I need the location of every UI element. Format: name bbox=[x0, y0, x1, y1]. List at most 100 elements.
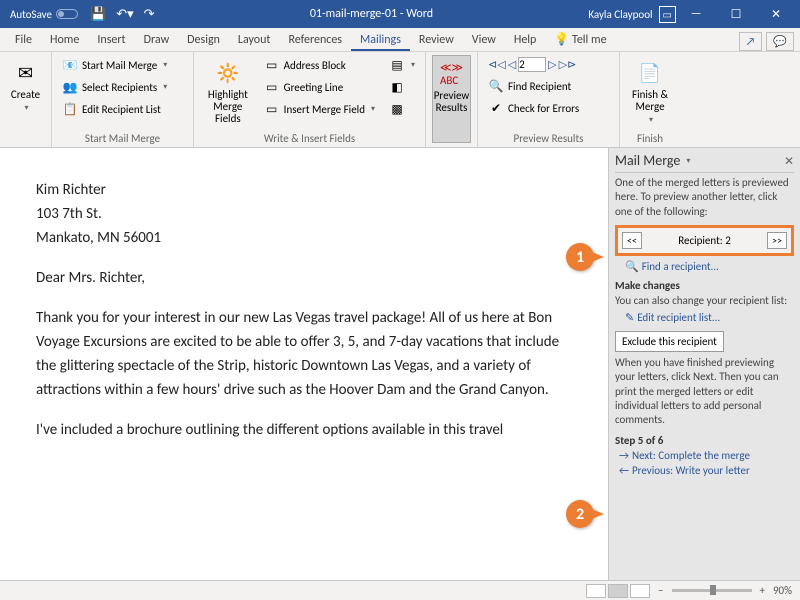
share-button[interactable]: ↗ bbox=[739, 32, 763, 51]
print-layout-button[interactable] bbox=[608, 584, 628, 598]
envelope-icon: ✉ bbox=[12, 59, 40, 87]
next-recipient-button[interactable]: >> bbox=[767, 232, 787, 249]
greeting-icon: ▭ bbox=[264, 79, 280, 95]
tab-home[interactable]: Home bbox=[41, 29, 88, 51]
insert-merge-field-button[interactable]: ▭Insert Merge Field▾ bbox=[260, 99, 379, 119]
zoom-level[interactable]: 90% bbox=[773, 584, 792, 597]
edit-icon: ✎ bbox=[625, 311, 634, 324]
quick-access-toolbar: 💾 ↶▾ ↷ bbox=[90, 7, 155, 22]
recipient-label: Recipient: 2 bbox=[678, 234, 731, 247]
create-button[interactable]: ✉ Create▾ bbox=[6, 55, 45, 143]
greeting-line: Dear Mrs. Richter, bbox=[36, 266, 572, 290]
rules-button[interactable]: ▤▾ bbox=[385, 55, 419, 75]
last-record-button[interactable]: ▷⊳ bbox=[559, 58, 577, 71]
group-preview-label: Preview Results bbox=[484, 130, 613, 145]
tab-references[interactable]: References bbox=[279, 29, 351, 51]
check-errors-button[interactable]: ✔Check for Errors bbox=[484, 98, 613, 118]
zoom-out-button[interactable]: − bbox=[658, 584, 663, 597]
maximize-button[interactable]: ☐ bbox=[716, 0, 756, 28]
save-icon[interactable]: 💾 bbox=[90, 7, 106, 22]
search-icon: 🔍 bbox=[625, 260, 639, 273]
title-bar: AutoSave 💾 ↶▾ ↷ 01-mail-merge-01 - Word … bbox=[0, 0, 800, 28]
status-bar: − + 90% bbox=[0, 580, 800, 600]
preview-results-button[interactable]: ≪≫ABC Preview Results bbox=[432, 55, 471, 143]
greeting-line-button[interactable]: ▭Greeting Line bbox=[260, 77, 379, 97]
minimize-button[interactable]: — bbox=[676, 0, 716, 28]
web-layout-button[interactable] bbox=[630, 584, 650, 598]
tab-review[interactable]: Review bbox=[410, 29, 463, 51]
workspace: Kim Richter 103 7th St. Mankato, MN 5600… bbox=[0, 148, 800, 580]
find-recipient-button[interactable]: 🔍Find Recipient bbox=[484, 76, 613, 96]
prev-record-button[interactable]: ◁ bbox=[508, 58, 516, 71]
start-mail-merge-button[interactable]: 📧Start Mail Merge▾ bbox=[58, 55, 171, 75]
ribbon-tabs: File Home Insert Draw Design Layout Refe… bbox=[0, 28, 800, 52]
account-icon[interactable]: ▭ bbox=[659, 6, 676, 23]
tab-help[interactable]: Help bbox=[505, 29, 546, 51]
next-step-link[interactable]: →Next: Complete the merge bbox=[619, 449, 794, 462]
prev-recipient-button[interactable]: << bbox=[622, 232, 642, 249]
view-buttons bbox=[586, 584, 650, 598]
match-fields-button[interactable]: ◧ bbox=[385, 77, 419, 97]
body-paragraph-2: I've included a brochure outlining the d… bbox=[36, 418, 572, 442]
tell-me[interactable]: 💡 Tell me bbox=[545, 28, 615, 51]
mail-merge-pane: Mail Merge ▾ ✕ One of the merged letters… bbox=[608, 148, 800, 580]
pane-title: Mail Merge ▾ bbox=[615, 152, 794, 169]
arrow-right-icon: → bbox=[619, 449, 629, 462]
highlight-icon: 🔆 bbox=[214, 59, 242, 87]
abc-icon: ≪≫ABC bbox=[438, 60, 466, 88]
zoom-in-button[interactable]: + bbox=[760, 584, 765, 597]
finish-icon: 📄 bbox=[636, 59, 664, 87]
first-record-button[interactable]: ⊲◁ bbox=[488, 58, 506, 71]
step-indicator: Step 5 of 6 bbox=[615, 434, 794, 447]
rules-icon: ▤ bbox=[389, 57, 405, 73]
comments-button[interactable]: 💬 bbox=[766, 32, 794, 51]
mail-merge-icon: 📧 bbox=[62, 57, 78, 73]
pane-close-button[interactable]: ✕ bbox=[784, 154, 794, 169]
tab-draw[interactable]: Draw bbox=[135, 29, 179, 51]
callout-1: 1 bbox=[566, 243, 594, 271]
prev-step-link[interactable]: ←Previous: Write your letter bbox=[619, 464, 794, 477]
check-icon: ✔ bbox=[488, 100, 504, 116]
autosave-label: AutoSave bbox=[10, 8, 52, 21]
make-changes-heading: Make changes bbox=[615, 279, 794, 292]
edit-recipient-list-button[interactable]: 📋Edit Recipient List bbox=[58, 99, 171, 119]
redo-icon[interactable]: ↷ bbox=[144, 7, 155, 22]
toggle-off-icon[interactable] bbox=[56, 9, 78, 19]
tab-layout[interactable]: Layout bbox=[229, 29, 280, 51]
group-write-label: Write & Insert Fields bbox=[200, 130, 419, 145]
zoom-slider[interactable] bbox=[672, 589, 752, 592]
close-button[interactable]: ✕ bbox=[756, 0, 796, 28]
recipient-name: Kim Richter bbox=[36, 181, 106, 199]
autosave-toggle[interactable]: AutoSave bbox=[4, 8, 84, 21]
callout-2: 2 bbox=[566, 500, 594, 528]
record-number-input[interactable] bbox=[518, 57, 546, 72]
user-name[interactable]: Kayla Claypool bbox=[588, 8, 652, 21]
match-icon: ◧ bbox=[389, 79, 405, 95]
group-finish-label: Finish bbox=[626, 130, 674, 145]
search-icon: 🔍 bbox=[488, 78, 504, 94]
document-area[interactable]: Kim Richter 103 7th St. Mankato, MN 5600… bbox=[0, 148, 608, 580]
tab-mailings[interactable]: Mailings bbox=[351, 29, 410, 51]
undo-icon[interactable]: ↶▾ bbox=[116, 7, 133, 22]
pane-intro: One of the merged letters is previewed h… bbox=[615, 176, 794, 219]
exclude-recipient-button[interactable]: Exclude this recipient bbox=[615, 331, 724, 352]
tab-insert[interactable]: Insert bbox=[88, 29, 134, 51]
change-text: You can also change your recipient list: bbox=[615, 294, 794, 308]
tab-file[interactable]: File bbox=[6, 29, 41, 51]
address-block-button[interactable]: ▭Address Block bbox=[260, 55, 379, 75]
find-recipient-link[interactable]: 🔍Find a recipient... bbox=[625, 260, 794, 273]
select-recipients-button[interactable]: 👥Select Recipients▾ bbox=[58, 77, 171, 97]
body-paragraph: Thank you for your interest in our new L… bbox=[36, 306, 572, 402]
highlight-fields-button[interactable]: 🔆 Highlight Merge Fields bbox=[200, 55, 256, 130]
tab-view[interactable]: View bbox=[463, 29, 505, 51]
update-labels-button[interactable]: ▩ bbox=[385, 99, 419, 119]
ribbon: ✉ Create▾ 📧Start Mail Merge▾ 👥Select Rec… bbox=[0, 52, 800, 148]
next-record-button[interactable]: ▷ bbox=[548, 58, 556, 71]
finish-merge-button[interactable]: 📄 Finish & Merge▾ bbox=[626, 55, 674, 130]
edit-list-icon: 📋 bbox=[62, 101, 78, 117]
tab-design[interactable]: Design bbox=[178, 29, 229, 51]
read-mode-button[interactable] bbox=[586, 584, 606, 598]
edit-recipient-list-link[interactable]: ✎Edit recipient list... bbox=[625, 311, 794, 324]
address-icon: ▭ bbox=[264, 57, 280, 73]
group-start-label: Start Mail Merge bbox=[58, 130, 187, 145]
